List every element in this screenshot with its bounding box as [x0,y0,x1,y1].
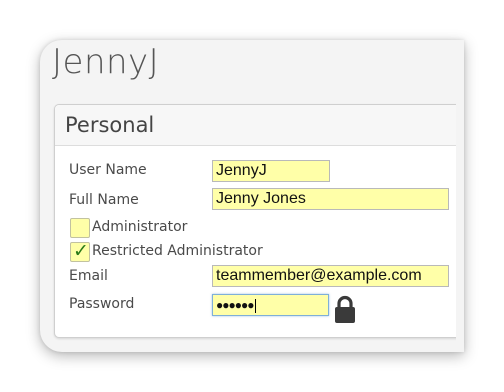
page-title: JennyJ [52,42,160,82]
administrator-checkbox[interactable] [70,218,90,238]
email-label: Email [69,268,108,284]
personal-panel: Personal User Name JennyJ Full Name Jenn… [54,104,464,338]
user-card: JennyJ Personal User Name JennyJ Full Na… [40,40,464,352]
checkmark-icon: ✓ [73,240,89,262]
user-name-label: User Name [69,162,147,178]
user-name-input[interactable]: JennyJ [212,160,330,182]
text-cursor [254,298,256,313]
full-name-label: Full Name [69,192,139,208]
administrator-label: Administrator [92,219,188,235]
restricted-administrator-checkbox[interactable]: ✓ [70,240,90,262]
password-label: Password [69,296,135,312]
lock-icon [335,295,355,323]
password-input[interactable]: ●●●●●● [212,294,329,316]
full-name-input[interactable]: Jenny Jones [212,188,449,210]
password-value: ●●●●●● [216,298,254,312]
email-input[interactable]: teammember@example.com [212,265,449,287]
panel-title: Personal [65,113,155,137]
restricted-administrator-label: Restricted Administrator [92,243,263,259]
